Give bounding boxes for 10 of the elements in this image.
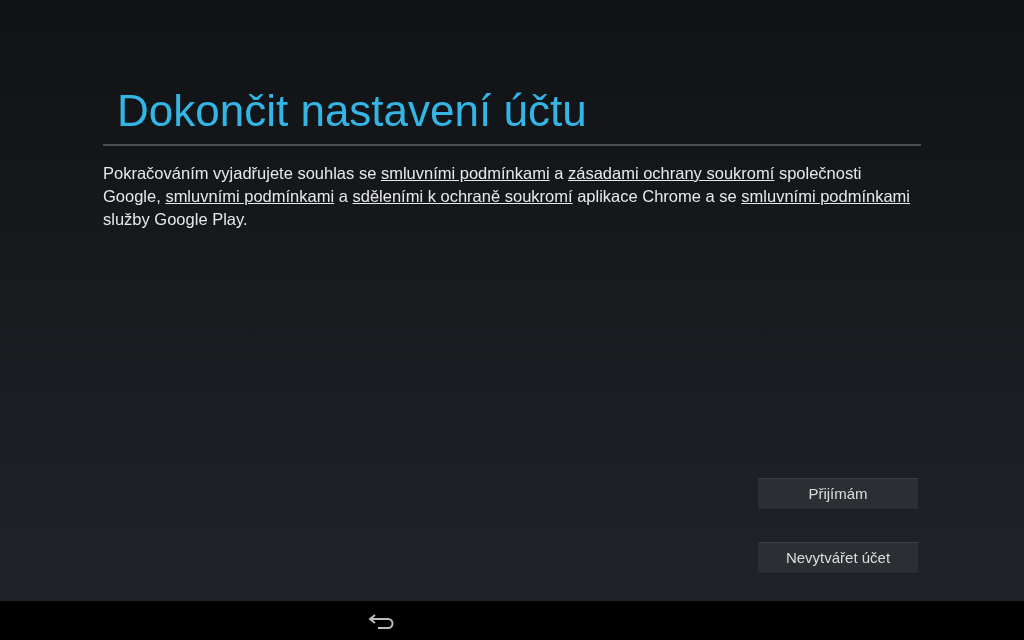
terms-link[interactable]: zásadami ochrany soukromí <box>567 164 775 182</box>
accept-button[interactable]: Přijímám <box>758 478 918 510</box>
terms-link[interactable]: smluvními podmínkami <box>165 187 335 205</box>
page-title: Dokončit nastavení účtu <box>117 85 588 137</box>
agreement-text: Pokračováním vyjadřujete souhlas se smluvními podmínkami a zásadami ochrany soukromí společnosti Google, smluvními podmínkami a sděleními k ochraně soukromí aplikace Chrome a se smluvními podmínkami služby Google Play. <box>103 163 912 230</box>
terms-link[interactable]: sděleními k ochraně soukromí <box>352 187 573 205</box>
decline-button[interactable]: Nevytvářet účet <box>758 542 918 574</box>
terms-link[interactable]: smluvními podmínkami <box>741 187 911 205</box>
back-icon[interactable] <box>368 612 396 629</box>
terms-link[interactable]: smluvními podmínkami <box>380 164 550 182</box>
